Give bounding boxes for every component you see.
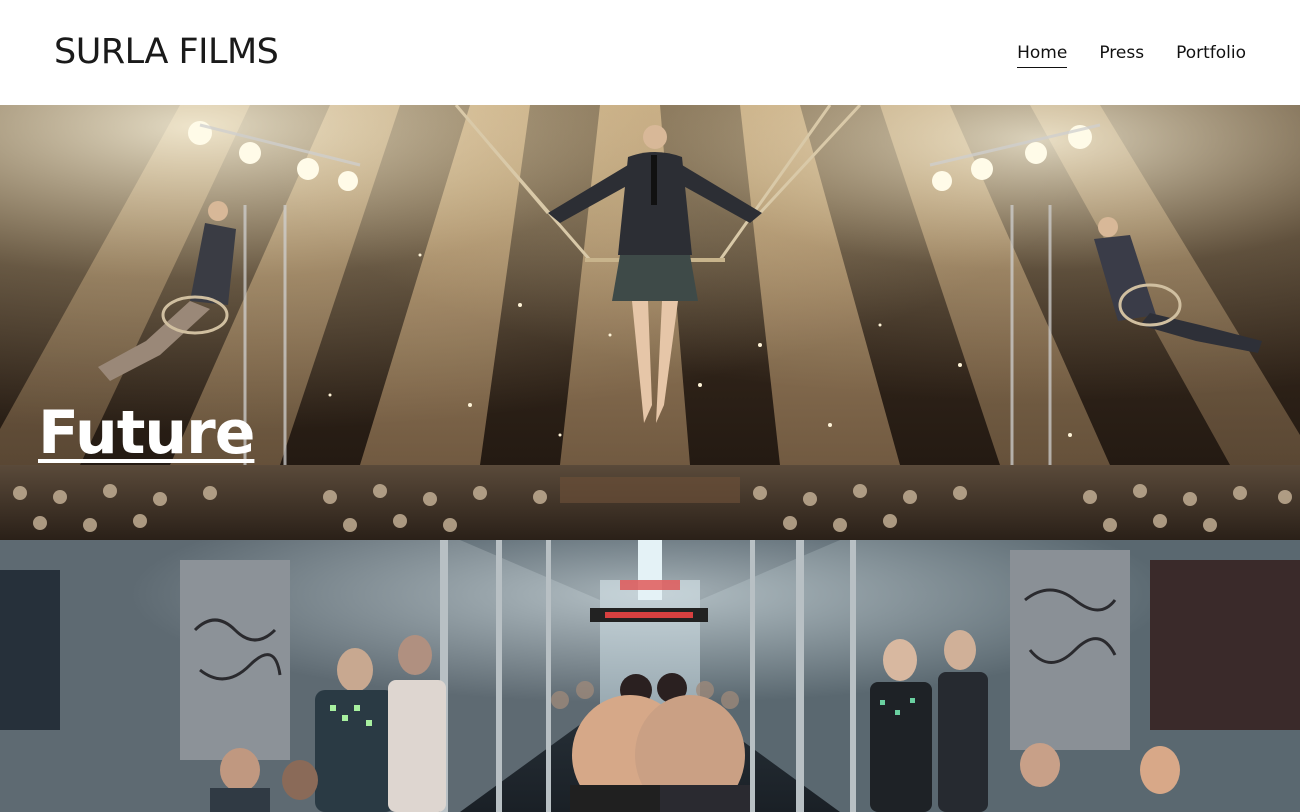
subway-sumo-photo: [0, 540, 1300, 812]
site-logo[interactable]: SURLA FILMS: [54, 28, 279, 76]
site-header: SURLA FILMS Home Press Portfolio: [0, 0, 1300, 105]
panel-title-future[interactable]: Future: [38, 395, 255, 471]
nav-link-press[interactable]: Press: [1099, 42, 1144, 68]
portfolio-panel-subway[interactable]: [0, 540, 1300, 812]
nav-link-home[interactable]: Home: [1017, 42, 1068, 68]
portfolio-panel-future[interactable]: Future: [0, 105, 1300, 540]
nav-link-portfolio[interactable]: Portfolio: [1176, 42, 1246, 68]
main-nav: Home Press Portfolio: [985, 42, 1246, 68]
circus-trapeze-photo: [0, 105, 1300, 540]
